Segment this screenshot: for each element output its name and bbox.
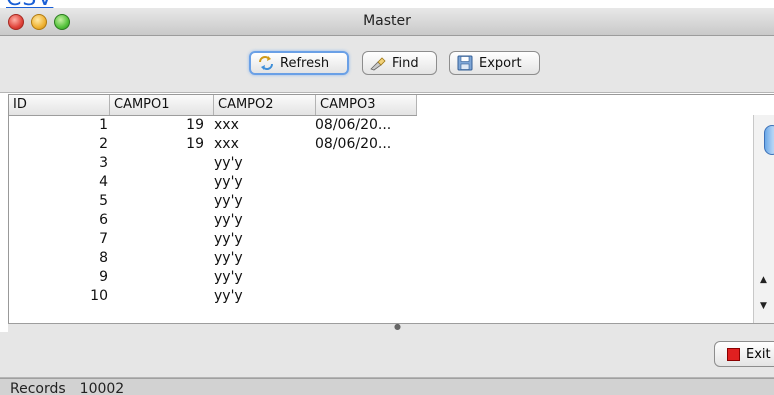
floppy-disk-icon bbox=[456, 55, 474, 71]
cell-campo1 bbox=[109, 230, 204, 249]
cell-campo1 bbox=[109, 192, 204, 211]
cell-id: 1 bbox=[99, 117, 108, 133]
cell-campo1 bbox=[109, 287, 204, 306]
find-button[interactable]: Find bbox=[362, 51, 437, 75]
scrollbar-thumb[interactable] bbox=[764, 125, 774, 155]
annotation-strip: C⁠S⁠V bbox=[0, 0, 774, 8]
cell-campo2: xxx bbox=[214, 136, 239, 152]
refresh-button[interactable]: Refresh bbox=[249, 51, 349, 75]
cell-id: 4 bbox=[99, 174, 108, 190]
cell-campo1: 19 bbox=[186, 117, 204, 133]
records-count: 10002 bbox=[79, 381, 125, 395]
exit-button[interactable]: Exit bbox=[714, 341, 774, 367]
stop-icon bbox=[727, 347, 740, 361]
refresh-icon bbox=[257, 55, 275, 71]
cell-id: 3 bbox=[99, 155, 108, 171]
grip-icon: ● bbox=[394, 322, 401, 331]
table-row[interactable]: 2 19 xxx 08/06/20... bbox=[9, 135, 749, 154]
cell-id: 7 bbox=[99, 231, 108, 247]
cell-campo3: 08/06/20... bbox=[315, 117, 392, 133]
cell-campo1 bbox=[109, 268, 204, 287]
cell-campo3 bbox=[315, 230, 425, 249]
cell-campo2: yy'y bbox=[214, 231, 243, 247]
cell-campo3 bbox=[315, 192, 425, 211]
export-button[interactable]: Export bbox=[449, 51, 540, 75]
table-header: ID CAMPO1 CAMPO2 CAMPO3 bbox=[9, 95, 417, 116]
cell-campo3: 08/06/20... bbox=[315, 136, 392, 152]
cell-campo1 bbox=[109, 211, 204, 230]
bottom-bar: Exit bbox=[0, 332, 774, 378]
exit-label: Exit bbox=[746, 346, 771, 362]
cell-campo2: xxx bbox=[214, 117, 239, 133]
title-bar: Master bbox=[0, 8, 774, 36]
status-text: Records 10002 bbox=[10, 381, 138, 395]
cell-campo2: yy'y bbox=[214, 288, 243, 304]
table-row[interactable]: 6 yy'y bbox=[9, 211, 749, 230]
cell-campo2: yy'y bbox=[214, 193, 243, 209]
cell-campo3 bbox=[315, 211, 425, 230]
scroll-up-arrow-icon[interactable]: ▲ bbox=[760, 275, 767, 285]
column-header-campo1[interactable]: CAMPO1 bbox=[110, 95, 214, 115]
cell-id: 8 bbox=[99, 250, 108, 266]
column-header-campo3[interactable]: CAMPO3 bbox=[316, 95, 417, 115]
cell-campo1 bbox=[109, 173, 204, 192]
cell-id: 5 bbox=[99, 193, 108, 209]
cell-id: 2 bbox=[99, 136, 108, 152]
cell-campo2: yy'y bbox=[214, 212, 243, 228]
export-label: Export bbox=[479, 55, 522, 71]
flashlight-icon bbox=[369, 55, 387, 71]
cell-campo3 bbox=[315, 173, 425, 192]
table-row[interactable]: 9 yy'y bbox=[9, 268, 749, 287]
annotation-text: C⁠S⁠V bbox=[6, 0, 53, 8]
cell-campo2: yy'y bbox=[214, 174, 243, 190]
column-header-id[interactable]: ID bbox=[9, 95, 110, 115]
cell-id: 6 bbox=[99, 212, 108, 228]
find-label: Find bbox=[392, 55, 419, 71]
table-body: 1 19 xxx 08/06/20... 2 19 xxx 08/06/20... 3 yy'… bbox=[9, 116, 749, 306]
column-header-campo2[interactable]: CAMPO2 bbox=[214, 95, 316, 115]
table-row[interactable]: 3 yy'y bbox=[9, 154, 749, 173]
window-title: Master bbox=[363, 13, 411, 29]
vertical-scrollbar[interactable]: ▲ ▼ bbox=[753, 115, 774, 323]
cell-campo2: yy'y bbox=[214, 155, 243, 171]
data-table[interactable]: ID CAMPO1 CAMPO2 CAMPO3 1 19 xxx 08/06/20..… bbox=[8, 94, 774, 324]
cell-id: 9 bbox=[99, 269, 108, 285]
table-row[interactable]: 7 yy'y bbox=[9, 230, 749, 249]
cell-campo2: yy'y bbox=[214, 269, 243, 285]
table-row[interactable]: 4 yy'y bbox=[9, 173, 749, 192]
cell-campo1 bbox=[109, 249, 204, 268]
cell-campo3 bbox=[315, 154, 425, 173]
status-bar: Records 10002 bbox=[0, 378, 774, 395]
cell-campo3 bbox=[315, 287, 425, 306]
table-row[interactable]: 10 yy'y bbox=[9, 287, 749, 306]
records-label: Records bbox=[10, 381, 66, 395]
table-row[interactable]: 1 19 xxx 08/06/20... bbox=[9, 116, 749, 135]
scroll-down-arrow-icon[interactable]: ▼ bbox=[760, 301, 767, 311]
table-row[interactable]: 5 yy'y bbox=[9, 192, 749, 211]
cell-campo2: yy'y bbox=[214, 250, 243, 266]
refresh-label: Refresh bbox=[280, 55, 330, 71]
cell-campo1: 19 bbox=[186, 136, 204, 152]
cell-id: 10 bbox=[90, 288, 108, 304]
cell-campo3 bbox=[315, 249, 425, 268]
table-row[interactable]: 8 yy'y bbox=[9, 249, 749, 268]
cell-campo1 bbox=[109, 154, 204, 173]
cell-campo3 bbox=[315, 268, 425, 287]
toolbar: Refresh Find Export bbox=[0, 36, 774, 93]
